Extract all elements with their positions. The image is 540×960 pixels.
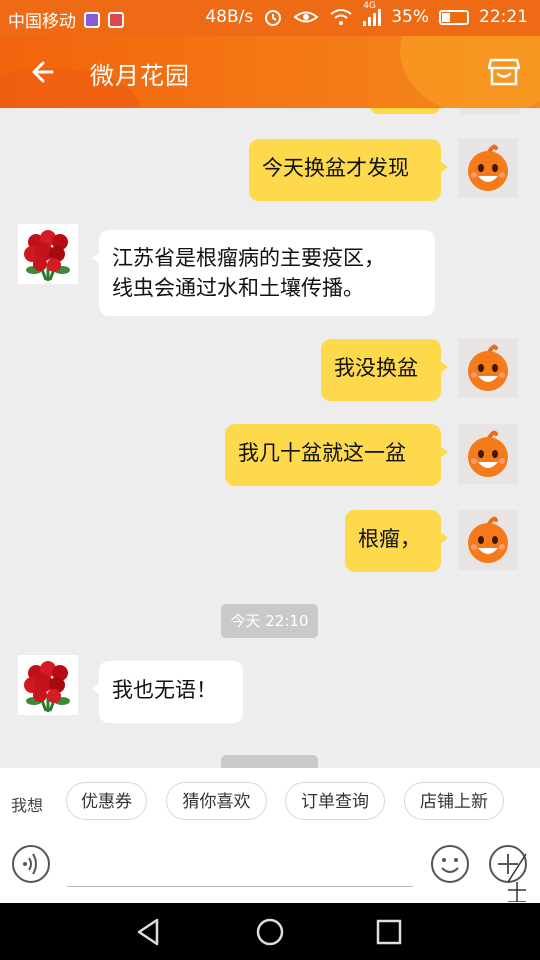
wifi-icon	[330, 9, 352, 25]
rose-bouquet-icon	[18, 655, 78, 715]
chip-recommendations[interactable]: 猜你喜欢	[166, 782, 267, 820]
emoji-icon[interactable]	[430, 844, 470, 884]
edge-overlay-icon	[507, 853, 527, 902]
my-avatar[interactable]	[458, 338, 518, 398]
timestamp-badge: 今天 22:10	[221, 604, 318, 638]
my-avatar[interactable]	[458, 510, 518, 570]
network-speed: 48B/s	[205, 7, 254, 27]
my-avatar[interactable]	[458, 138, 518, 198]
my-avatar[interactable]	[458, 424, 518, 484]
mascot-avatar-icon	[468, 344, 508, 391]
signal-icon: 4G	[363, 1, 382, 26]
store-icon[interactable]	[486, 54, 522, 90]
mascot-avatar-icon	[468, 144, 508, 191]
chat-title: 微月花园	[90, 62, 190, 90]
network-type-label: 4G	[363, 0, 376, 11]
app-notification-icon	[108, 11, 124, 28]
mascot-avatar-icon	[468, 516, 508, 563]
previous-message-bubble	[370, 108, 440, 114]
message-text-input[interactable]	[67, 846, 413, 887]
their-message-bubble[interactable]: 江苏省是根瘤病的主要疫区， 线虫会通过水和土壤传播。	[92, 230, 435, 316]
home-circle-icon[interactable]	[252, 914, 288, 950]
suggestion-label: 我想	[11, 796, 44, 815]
rose-bouquet-icon	[18, 224, 78, 284]
chat-header: 微月花园	[0, 36, 540, 108]
eye-icon	[293, 11, 319, 23]
battery-icon	[439, 9, 469, 25]
previous-avatar	[460, 108, 520, 114]
gallery-notification-icon	[84, 11, 100, 28]
my-message-bubble[interactable]: 我几十盆就这一盆	[225, 424, 448, 486]
chip-coupon[interactable]: 优惠券	[66, 782, 147, 820]
shop-avatar[interactable]	[18, 224, 78, 284]
next-timestamp-badge	[221, 755, 318, 768]
recents-square-icon[interactable]	[371, 914, 407, 950]
my-message-bubble[interactable]: 根瘤，	[345, 510, 448, 572]
quick-suggestion-bar: 我想 优惠券 猜你喜欢 订单查询 店铺上新	[0, 768, 540, 838]
voice-icon[interactable]	[11, 844, 51, 884]
my-message-bubble[interactable]: 今天换盆才发现	[249, 139, 448, 201]
my-message-bubble[interactable]: 我没换盆	[321, 339, 448, 401]
mascot-avatar-icon	[468, 430, 508, 477]
clock: 22:21	[479, 7, 528, 27]
chip-new-arrivals[interactable]: 店铺上新	[404, 782, 504, 820]
message-list[interactable]: 今天换盆才发现 江苏省是根瘤病的主要疫区， 线虫会通过水和土壤传播。 我没换盆	[0, 108, 540, 768]
message-input-bar	[0, 838, 540, 903]
back-triangle-icon[interactable]	[131, 914, 167, 950]
system-nav-bar	[0, 903, 540, 960]
alarm-icon	[265, 10, 282, 26]
arrow-left-icon[interactable]	[26, 54, 62, 90]
their-message-bubble[interactable]: 我也无语！	[92, 661, 243, 723]
shop-avatar[interactable]	[18, 655, 78, 715]
status-bar: 中国移动 48B/s 4G 35% 22:21	[0, 0, 540, 36]
battery-percent: 35%	[391, 7, 429, 27]
carrier-label: 中国移动	[8, 12, 76, 32]
chip-order-lookup[interactable]: 订单查询	[285, 782, 385, 820]
